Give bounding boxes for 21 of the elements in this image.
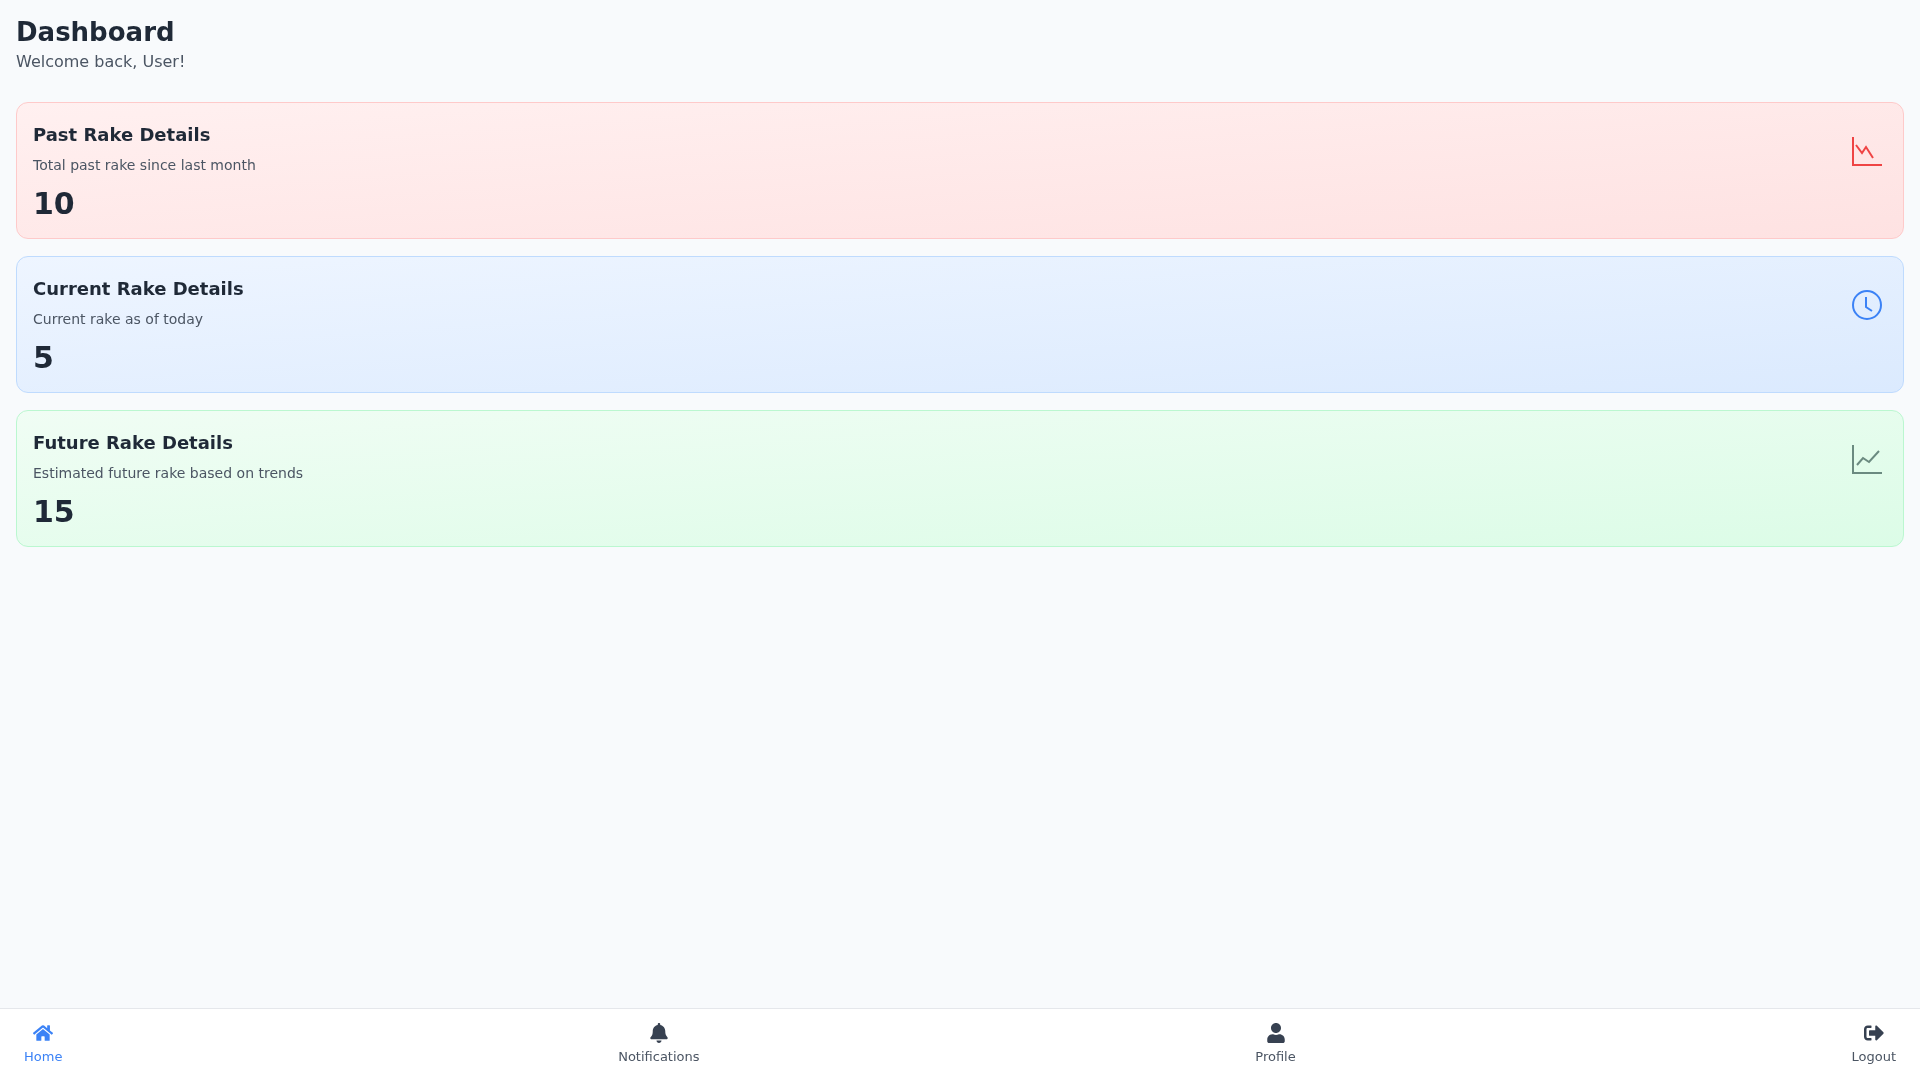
- bell-icon: [648, 1022, 669, 1043]
- page-title: Dashboard: [16, 16, 176, 48]
- card-value: 15: [33, 493, 76, 531]
- chart-up-icon: [1851, 443, 1883, 475]
- nav-tab[interactable]: Profile: [1247, 1022, 1304, 1067]
- card-value: 10: [33, 185, 76, 223]
- card-value: 5: [33, 339, 55, 377]
- card-title: Past Rake Details: [33, 123, 212, 147]
- card-description: Total past rake since last month: [33, 156, 256, 175]
- clock-icon: [1851, 289, 1883, 321]
- user-icon: [1265, 1022, 1286, 1043]
- nav-tab[interactable]: Home: [16, 1022, 71, 1067]
- card-description: Estimated future rake based on trends: [33, 464, 304, 483]
- home-icon: [33, 1022, 54, 1043]
- nav-tab[interactable]: Logout: [1843, 1022, 1904, 1067]
- card-title: Future Rake Details: [33, 431, 234, 455]
- card-title: Current Rake Details: [33, 277, 244, 301]
- welcome-text: Welcome back, User!: [16, 51, 187, 73]
- nav-tab[interactable]: Notifications: [610, 1022, 708, 1067]
- chart-down-icon: [1851, 135, 1883, 167]
- card-description: Current rake as of today: [33, 310, 205, 329]
